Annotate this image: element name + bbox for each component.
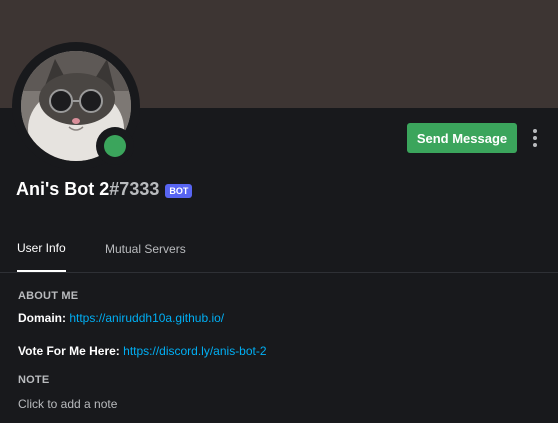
profile-tabs: User Info Mutual Servers	[0, 226, 558, 273]
tab-mutual-servers[interactable]: Mutual Servers	[105, 226, 186, 272]
domain-label: Domain:	[18, 311, 66, 325]
username: Ani's Bot 2	[16, 179, 110, 199]
vote-label: Vote For Me Here:	[18, 344, 120, 358]
about-me-heading: ABOUT ME	[18, 290, 79, 302]
domain-line: Domain: https://aniruddh10a.github.io/	[18, 311, 224, 325]
tab-user-info[interactable]: User Info	[17, 226, 66, 272]
domain-link[interactable]: https://aniruddh10a.github.io/	[69, 311, 224, 325]
bot-badge: BOT	[165, 183, 193, 198]
discriminator: #7333	[109, 179, 160, 199]
online-status-icon	[104, 135, 126, 157]
vote-line: Vote For Me Here: https://discord.ly/ani…	[18, 344, 267, 358]
more-dot	[533, 129, 537, 133]
note-heading: NOTE	[18, 374, 50, 386]
more-dot	[533, 136, 537, 140]
note-input[interactable]: Click to add a note	[18, 397, 117, 411]
vote-link[interactable]: https://discord.ly/anis-bot-2	[123, 344, 266, 358]
profile-name: Ani's Bot 2 #7333 BOT	[16, 179, 193, 200]
more-dot	[533, 143, 537, 147]
send-message-button[interactable]: Send Message	[407, 123, 517, 153]
more-vertical-icon[interactable]	[526, 126, 544, 150]
